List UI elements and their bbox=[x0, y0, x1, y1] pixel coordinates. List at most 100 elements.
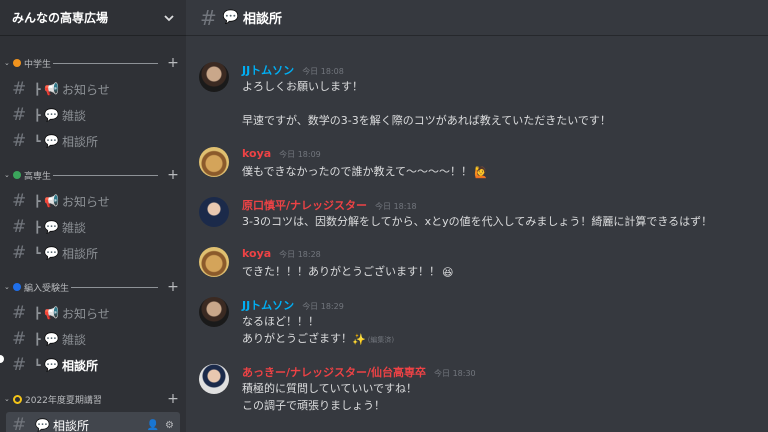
gear-icon[interactable]: ⚙ bbox=[165, 420, 174, 431]
message-text: なるほど！！！ bbox=[242, 315, 319, 328]
channel-item[interactable]: # ┣ 📢 お知らせ bbox=[0, 76, 180, 102]
tree-end-icon: ┗ bbox=[34, 246, 41, 260]
hash-icon: # bbox=[12, 105, 27, 125]
username[interactable]: あっきー/ナレッジスター/仙台高専卒 bbox=[242, 366, 426, 379]
hash-icon: # bbox=[12, 415, 27, 432]
server-name: みんなの高専広場 bbox=[12, 11, 109, 25]
category-label: 中学生 bbox=[24, 59, 52, 70]
chevron-down-icon[interactable] bbox=[162, 11, 176, 25]
hash-icon: # bbox=[12, 355, 27, 375]
message-text: 3-3のコツは、因数分解をしてから、xとyの値を代入してみましょう！綺麗に計算で… bbox=[242, 215, 713, 228]
channel-item[interactable]: # ┗ 💬 相談所 bbox=[0, 240, 180, 266]
timestamp: 今日 18:09 bbox=[279, 150, 321, 159]
channel-item[interactable]: # ┗ 💬 相談所 bbox=[0, 128, 180, 154]
add-channel-icon[interactable]: + bbox=[164, 167, 182, 183]
hash-icon: # bbox=[12, 191, 27, 211]
divider bbox=[53, 174, 158, 176]
category-summer-course[interactable]: ⌄ 2022年度夏期講習 + bbox=[4, 391, 186, 407]
channel-item[interactable]: # ┣ 📢 お知らせ bbox=[0, 300, 180, 326]
message-text: よろしくお願いします！ bbox=[242, 80, 363, 93]
timestamp: 今日 18:29 bbox=[302, 302, 344, 311]
caret-down-icon: ⌄ bbox=[4, 395, 10, 403]
add-channel-icon[interactable]: + bbox=[164, 391, 182, 407]
megaphone-icon: 📢 bbox=[44, 306, 59, 320]
invite-user-icon[interactable]: 👤 bbox=[147, 420, 159, 431]
category-transfer-exam[interactable]: ⌄ 編入受験生 + bbox=[4, 279, 186, 295]
channel-item-unread[interactable]: # ┗ 💬 相談所 bbox=[0, 352, 180, 378]
channel-name: 雑談 bbox=[61, 332, 86, 347]
app-window: みんなの高専広場 ⌄ 中学生 + # ┣ 📢 お知らせ # ┣ 💬 雑談 # ┗ 💬 相談所 ⌄ … bbox=[0, 0, 768, 432]
avatar[interactable] bbox=[199, 247, 229, 277]
caret-down-icon: ⌄ bbox=[4, 283, 10, 291]
username[interactable]: koya bbox=[242, 247, 271, 260]
green-circle-icon bbox=[13, 171, 21, 179]
category-kosen-students[interactable]: ⌄ 高専生 + bbox=[4, 167, 186, 183]
timestamp: 今日 18:18 bbox=[375, 202, 417, 211]
server-header[interactable]: みんなの高専広場 bbox=[0, 0, 186, 36]
tree-branch-icon: ┣ bbox=[34, 194, 41, 208]
channel-item-selected[interactable]: # 💬 相談所 👤 ⚙ bbox=[6, 412, 180, 432]
channel-item[interactable]: # ┣ 📢 お知らせ bbox=[0, 188, 180, 214]
channel-title: 相談所 bbox=[242, 12, 282, 27]
person-raising-hand-emoji-icon: 🙋 bbox=[474, 165, 488, 179]
channel-item[interactable]: # ┣ 💬 雑談 bbox=[0, 214, 180, 240]
channel-name: 相談所 bbox=[61, 134, 98, 149]
hash-icon: # bbox=[12, 217, 27, 237]
speech-bubble-icon: 💬 bbox=[35, 418, 50, 432]
channel-item[interactable]: # ┣ 💬 雑談 bbox=[0, 326, 180, 352]
edited-label: (編集済) bbox=[367, 336, 395, 344]
username[interactable]: JJトムソン bbox=[242, 299, 294, 312]
category-label: 高専生 bbox=[24, 171, 52, 182]
speech-bubble-icon: 💬 bbox=[44, 134, 59, 148]
username[interactable]: 原口慎平/ナレッジスター bbox=[242, 199, 367, 212]
avatar[interactable] bbox=[199, 147, 229, 177]
channel-item[interactable]: # ┣ 💬 雑談 bbox=[0, 102, 180, 128]
caret-down-icon: ⌄ bbox=[4, 171, 10, 179]
speech-bubble-icon: 💬 bbox=[44, 220, 59, 234]
hash-icon: # bbox=[200, 5, 217, 30]
tree-branch-icon: ┣ bbox=[34, 332, 41, 346]
channel-header: # 💬 相談所 bbox=[186, 0, 768, 36]
tree-branch-icon: ┣ bbox=[34, 306, 41, 320]
channel-name: お知らせ bbox=[61, 194, 110, 209]
hash-icon: # bbox=[12, 79, 27, 99]
tree-end-icon: ┗ bbox=[34, 358, 41, 372]
avatar[interactable] bbox=[199, 62, 229, 92]
megaphone-icon: 📢 bbox=[44, 194, 59, 208]
speech-bubble-icon: 💬 bbox=[44, 108, 59, 122]
channel-sidebar: みんなの高専広場 ⌄ 中学生 + # ┣ 📢 お知らせ # ┣ 💬 雑談 # ┗ 💬 相談所 ⌄ … bbox=[0, 0, 186, 432]
avatar[interactable] bbox=[199, 297, 229, 327]
timestamp: 今日 18:08 bbox=[302, 67, 344, 76]
avatar[interactable] bbox=[199, 197, 229, 227]
caret-down-icon: ⌄ bbox=[4, 59, 10, 67]
orange-circle-icon bbox=[13, 59, 21, 67]
tree-branch-icon: ┣ bbox=[34, 108, 41, 122]
message-text: 積極的に質問していていいですね！ bbox=[242, 382, 418, 395]
megaphone-icon: 📢 bbox=[44, 82, 59, 96]
username[interactable]: JJトムソン bbox=[242, 64, 294, 77]
category-label: 編入受験生 bbox=[24, 283, 70, 294]
message-text: できた！！！ありがとうございます！！ 😆 bbox=[242, 265, 454, 279]
tree-branch-icon: ┣ bbox=[34, 220, 41, 234]
hash-icon: # bbox=[12, 329, 27, 349]
avatar[interactable] bbox=[199, 364, 229, 394]
sparkles-emoji-icon: ✨ bbox=[352, 332, 366, 346]
divider bbox=[53, 62, 158, 64]
username[interactable]: koya bbox=[242, 147, 271, 160]
hash-icon: # bbox=[12, 243, 27, 263]
add-channel-icon[interactable]: + bbox=[164, 55, 182, 71]
category-junior-high[interactable]: ⌄ 中学生 + bbox=[4, 55, 186, 71]
hash-icon: # bbox=[12, 131, 27, 151]
channel-name: 雑談 bbox=[61, 220, 86, 235]
message-text: ありがとうござます！✨ (編集済) bbox=[242, 332, 395, 346]
channel-name: 相談所 bbox=[52, 418, 89, 432]
hash-icon: # bbox=[12, 303, 27, 323]
grinning-face-emoji-icon: 😆 bbox=[442, 265, 454, 279]
speech-bubble-icon: 💬 bbox=[44, 332, 59, 346]
message-text: 早速ですが、数学の3-3を解く際のコツがあれば教えていただきたいです！ bbox=[242, 114, 611, 127]
speech-bubble-icon: 💬 bbox=[44, 358, 59, 372]
add-channel-icon[interactable]: + bbox=[164, 279, 182, 295]
tree-branch-icon: ┣ bbox=[34, 82, 41, 96]
blue-circle-icon bbox=[13, 283, 21, 291]
speech-bubble-icon: 💬 bbox=[44, 246, 59, 260]
